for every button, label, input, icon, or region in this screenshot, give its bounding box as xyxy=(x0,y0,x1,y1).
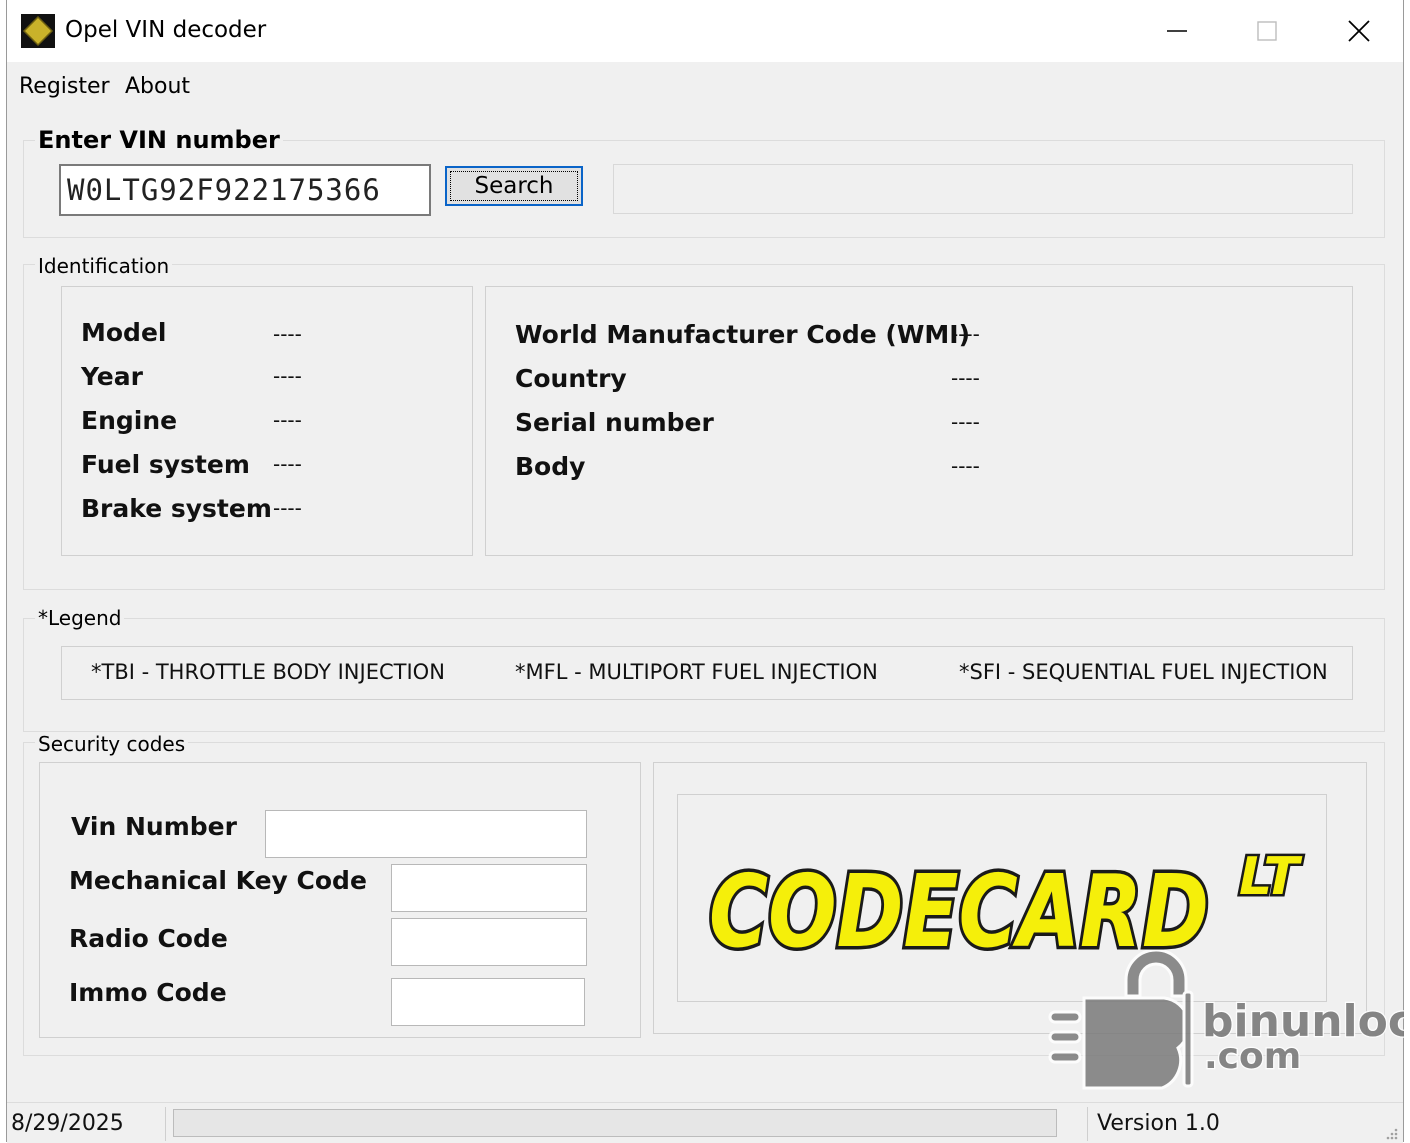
country-value: ---- xyxy=(951,366,980,390)
watermark-line2: .com xyxy=(1204,1036,1301,1077)
codecard-logo: CODECARD LT xyxy=(706,845,1306,965)
engine-value: ---- xyxy=(273,408,302,432)
codecard-logo-suffix: LT xyxy=(1239,847,1303,907)
legend-item-mfl: *MFL - MULTIPORT FUEL INJECTION xyxy=(515,660,878,684)
progress-bar xyxy=(173,1109,1057,1137)
maximize-button[interactable] xyxy=(1232,8,1302,54)
window-title: Opel VIN decoder xyxy=(65,17,267,43)
immo-code-label: Immo Code xyxy=(69,978,227,1007)
fuel-system-label: Fuel system xyxy=(81,450,250,479)
year-label: Year xyxy=(81,362,143,391)
wmi-value: ---- xyxy=(951,322,980,346)
immo-code-field[interactable] xyxy=(391,978,585,1026)
year-value: ---- xyxy=(273,364,302,388)
brake-system-label: Brake system xyxy=(81,494,272,523)
focus-rect xyxy=(450,171,578,201)
country-label: Country xyxy=(515,364,627,393)
maximize-icon xyxy=(1257,21,1277,41)
search-button[interactable]: Search xyxy=(445,166,583,206)
radio-code-label: Radio Code xyxy=(69,924,228,953)
status-version: Version 1.0 xyxy=(1097,1111,1220,1136)
serial-number-value: ---- xyxy=(951,410,980,434)
menu-bar: Register About xyxy=(7,62,1403,112)
title-bar[interactable]: Opel VIN decoder xyxy=(7,0,1403,62)
mechanical-key-code-field[interactable] xyxy=(391,864,587,912)
status-date: 8/29/2025 xyxy=(11,1111,124,1136)
legend-label: *Legend xyxy=(35,606,125,630)
size-grip-icon[interactable] xyxy=(1383,1125,1399,1141)
wmi-label: World Manufacturer Code (WMI) xyxy=(515,320,971,349)
fuel-system-value: ---- xyxy=(273,452,302,476)
security-label: Security codes xyxy=(35,732,189,756)
serial-number-label: Serial number xyxy=(515,408,714,437)
vin-group-label: Enter VIN number xyxy=(35,126,283,154)
minimize-icon xyxy=(1167,30,1187,32)
vin-number-label: Vin Number xyxy=(71,812,237,841)
menu-about[interactable]: About xyxy=(125,74,190,99)
body-value: ---- xyxy=(951,454,980,478)
binunlock-watermark: binunlock .com xyxy=(1048,950,1404,1090)
status-separator xyxy=(1087,1107,1088,1141)
close-button[interactable] xyxy=(1324,8,1394,54)
radio-code-field[interactable] xyxy=(391,918,587,966)
model-value: ---- xyxy=(273,322,302,346)
identification-label: Identification xyxy=(35,254,173,278)
vin-number-field[interactable] xyxy=(265,810,587,858)
close-icon xyxy=(1348,20,1370,42)
app-icon xyxy=(21,14,55,48)
engine-label: Engine xyxy=(81,406,178,435)
minimize-button[interactable] xyxy=(1142,8,1212,54)
body-label: Body xyxy=(515,452,586,481)
model-label: Model xyxy=(81,318,167,347)
menu-register[interactable]: Register xyxy=(19,74,110,99)
vin-input[interactable]: W0LTG92F922175366 xyxy=(59,164,431,216)
mechanical-key-code-label: Mechanical Key Code xyxy=(69,866,367,895)
result-field xyxy=(613,164,1353,214)
legend-item-tbi: *TBI - THROTTLE BODY INJECTION xyxy=(91,660,445,684)
status-separator xyxy=(165,1107,166,1141)
brake-system-value: ---- xyxy=(273,496,302,520)
codecard-logo-text: CODECARD xyxy=(709,853,1209,964)
legend-item-sfi: *SFI - SEQUENTIAL FUEL INJECTION xyxy=(959,660,1328,684)
status-bar: 8/29/2025 Version 1.0 xyxy=(7,1102,1403,1143)
